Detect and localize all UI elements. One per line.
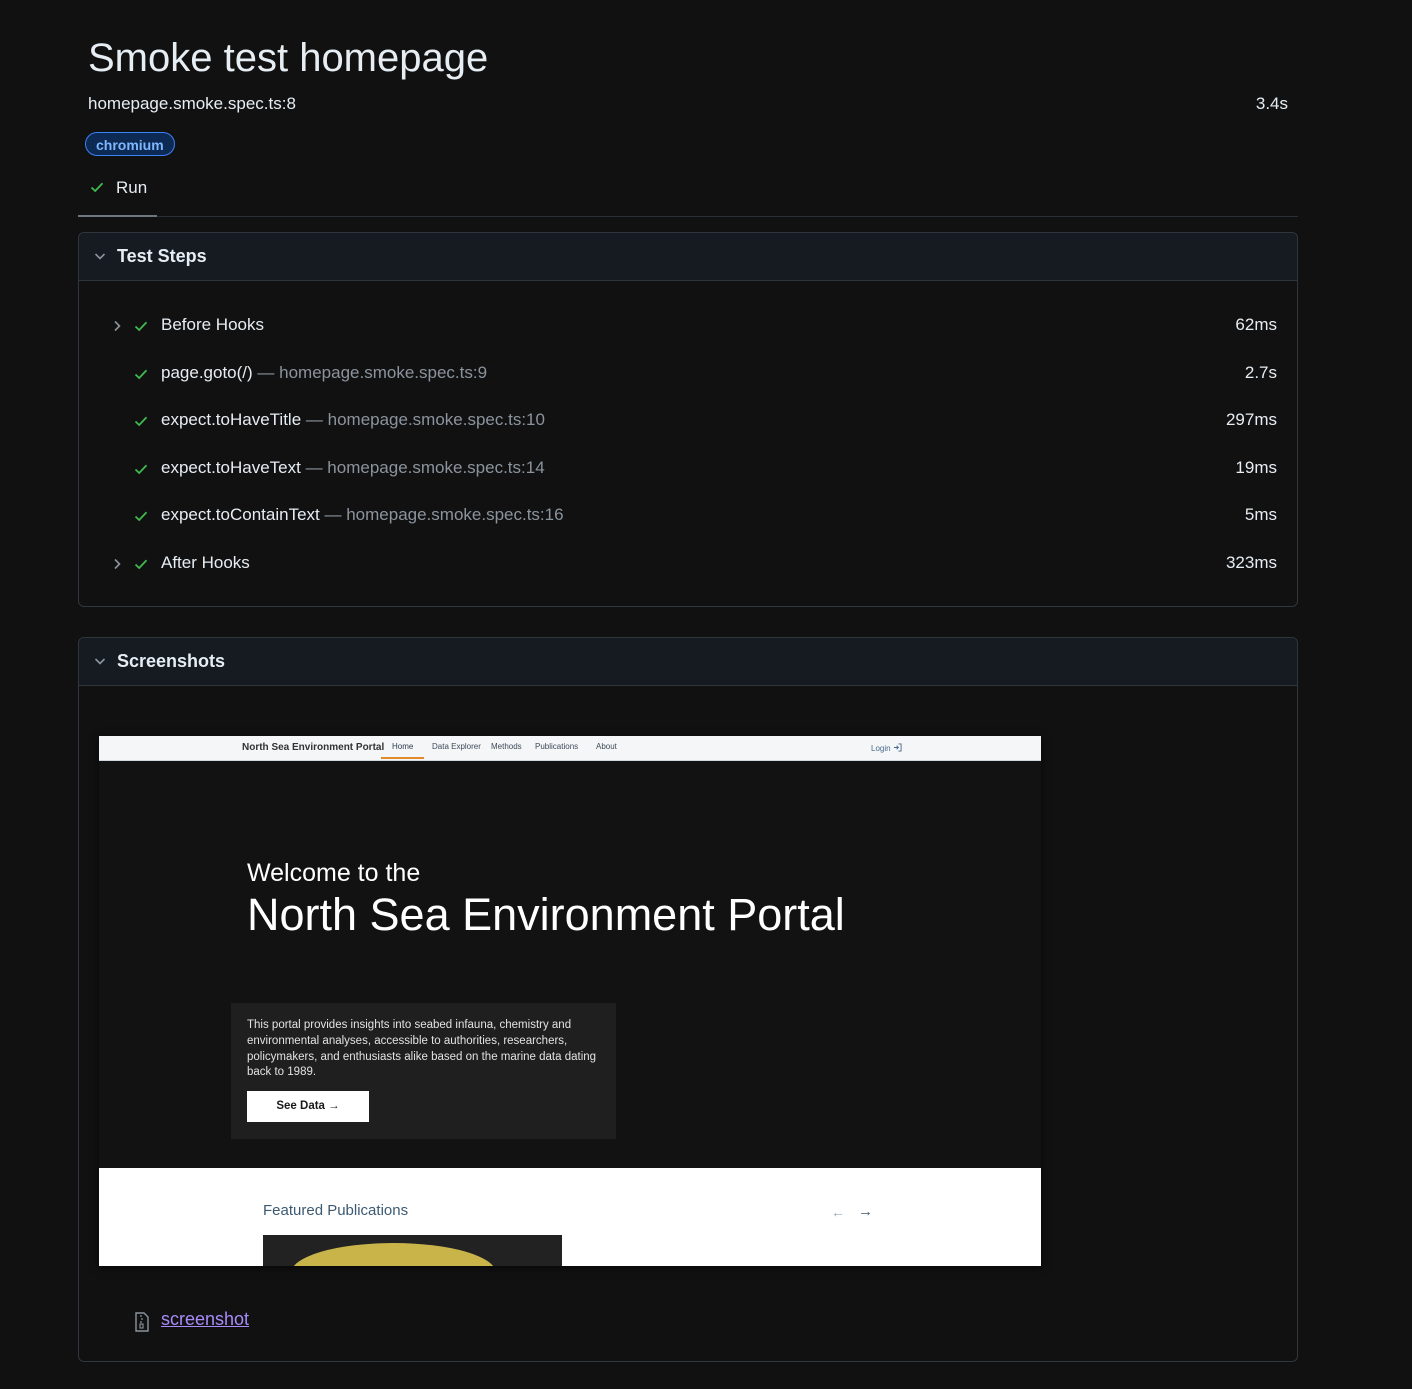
check-icon [134,321,148,332]
step-title: page.goto(/) [161,363,253,382]
step-title: Before Hooks [161,315,264,334]
step-duration: 62ms [1235,315,1277,334]
step-name: expect.toHaveTitle — homepage.smoke.spec… [161,410,545,430]
step-name: expect.toHaveText — homepage.smoke.spec.… [161,458,545,478]
step-location[interactable]: — homepage.smoke.spec.ts:14 [301,458,545,477]
step-duration: 2.7s [1244,363,1277,382]
step-row[interactable]: expect.toHaveTitle — homepage.smoke.spec… [79,406,1297,436]
step-name: Before Hooks [161,315,264,335]
step-row[interactable]: Before Hooks 62ms [79,311,1297,341]
tab-run[interactable]: Run [78,172,157,217]
file-zip-icon [135,1312,149,1332]
chevron-right-icon[interactable] [109,556,125,572]
step-row[interactable]: page.goto(/) — homepage.smoke.spec.ts:9 … [79,359,1297,389]
thumbnail-shape [291,1243,496,1266]
login-icon [893,743,902,752]
nav-home: Home [392,742,414,751]
tab-run-label: Run [116,178,148,197]
portal-brand: North Sea Environment Portal [242,742,385,753]
publication-thumbnail [263,1235,562,1266]
chevron-down-icon [94,658,106,665]
test-duration: 3.4s [1255,94,1288,113]
run-tabs: Run [78,172,1298,217]
step-location[interactable]: — homepage.smoke.spec.ts:10 [301,410,545,429]
featured-section: Featured Publications ← → [99,1168,1041,1266]
hero-title: North Sea Environment Portal [247,889,845,940]
screenshots-header[interactable]: Screenshots [79,638,1297,686]
step-duration: 297ms [1225,410,1277,429]
test-steps-panel: Test Steps Before Hooks 62ms page.goto(/… [78,232,1298,607]
screenshot-image[interactable]: North Sea Environment Portal Home Data E… [99,736,1041,1266]
check-icon [134,369,148,380]
login-label: Login [871,744,891,753]
nav-publications: Publications [535,742,579,751]
hero-subtitle: Welcome to the [247,859,421,887]
arrow-left-icon: ← [831,1204,845,1220]
featured-title: Featured Publications [263,1202,409,1219]
nav-login: Login [871,743,902,753]
check-icon [134,511,148,522]
nav-data-explorer: Data Explorer [432,742,481,751]
check-icon [134,464,148,475]
step-duration: 323ms [1225,553,1277,572]
step-title: expect.toHaveText [161,458,301,477]
step-title: After Hooks [161,553,250,572]
test-title: Smoke test homepage [88,36,489,80]
test-steps-header[interactable]: Test Steps [79,233,1297,281]
check-icon [134,559,148,570]
chevron-down-icon [94,253,106,260]
screenshots-panel: Screenshots North Sea Environment Portal… [78,637,1298,1362]
step-row[interactable]: After Hooks 323ms [79,549,1297,579]
step-location[interactable]: — homepage.smoke.spec.ts:16 [320,505,563,524]
step-row[interactable]: expect.toContainText — homepage.smoke.sp… [79,501,1297,531]
step-name: page.goto(/) — homepage.smoke.spec.ts:9 [161,363,487,383]
step-title: expect.toHaveTitle [161,410,302,429]
nav-about: About [596,742,617,751]
spec-location: homepage.smoke.spec.ts:8 [88,94,296,113]
step-name: expect.toContainText — homepage.smoke.sp… [161,505,564,525]
step-duration: 5ms [1244,505,1277,524]
check-icon [134,416,148,427]
step-duration: 19ms [1235,458,1277,477]
chevron-right-icon[interactable] [109,318,125,334]
step-row[interactable]: expect.toHaveText — homepage.smoke.spec.… [79,454,1297,484]
nav-methods: Methods [491,742,522,751]
check-icon [90,182,104,193]
intro-card: This portal provides insights into seabe… [231,1003,616,1139]
step-location[interactable]: — homepage.smoke.spec.ts:9 [253,363,487,382]
step-name: After Hooks [161,553,250,573]
step-title: expect.toContainText [161,505,320,524]
portal-navbar: North Sea Environment Portal Home Data E… [99,736,1041,761]
screenshots-title: Screenshots [117,651,226,671]
arrow-right-icon: → [858,1203,873,1220]
project-badge[interactable]: chromium [85,132,175,156]
intro-description: This portal provides insights into seabe… [247,1019,597,1079]
test-steps-title: Test Steps [117,246,207,266]
screenshot-attachment-link[interactable]: screenshot [161,1309,249,1330]
nav-active-indicator [381,757,424,759]
see-data-button: See Data → [247,1091,369,1122]
